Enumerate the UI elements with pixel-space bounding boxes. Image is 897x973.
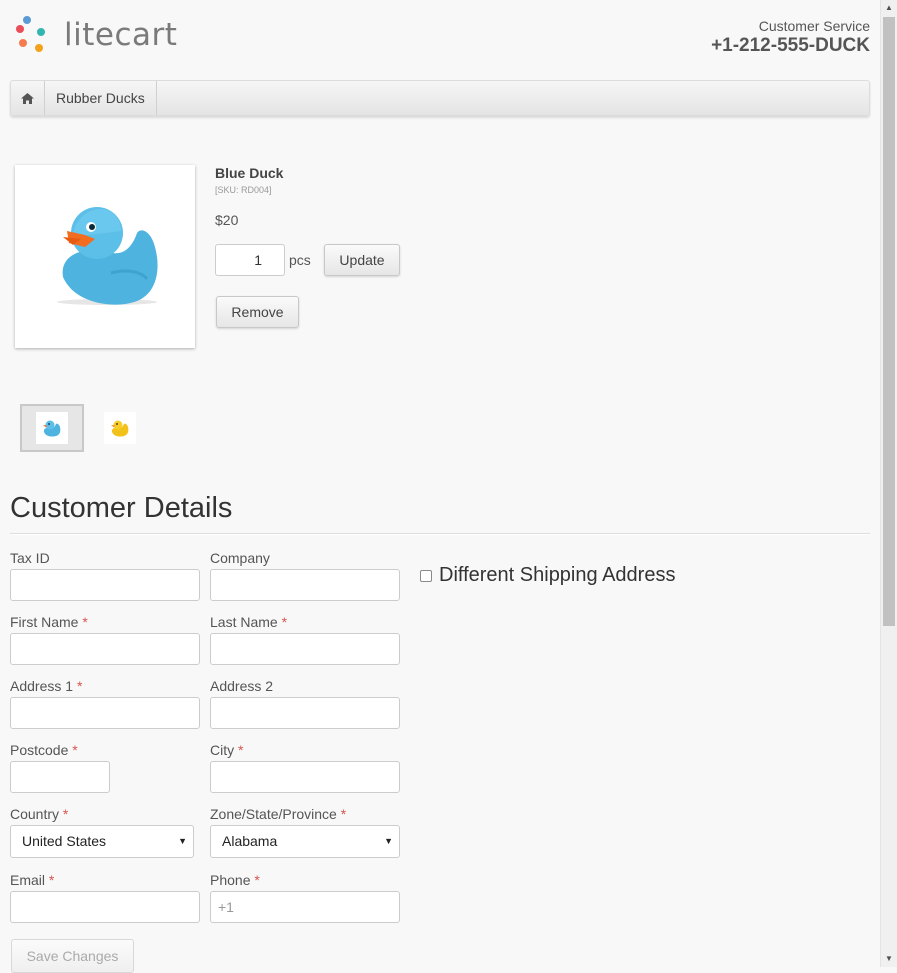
address1-label: Address 1 * bbox=[10, 678, 83, 694]
required-marker: * bbox=[76, 678, 83, 694]
home-icon bbox=[21, 92, 34, 104]
scroll-thumb[interactable] bbox=[883, 17, 895, 626]
item-sku: [SKU: RD004] bbox=[215, 185, 272, 195]
blue-duck-image bbox=[57, 207, 158, 305]
logo-text: litecart bbox=[64, 17, 178, 53]
address1-field[interactable] bbox=[10, 697, 200, 729]
address2-label: Address 2 bbox=[210, 678, 274, 694]
quantity-unit: pcs bbox=[289, 252, 311, 268]
scroll-down-arrow-icon[interactable]: ▼ bbox=[881, 951, 897, 967]
phone-label: Phone * bbox=[210, 872, 260, 888]
country-select-value: United States bbox=[22, 833, 107, 849]
company-field[interactable] bbox=[210, 569, 400, 601]
country-label: Country * bbox=[10, 806, 69, 822]
remove-button[interactable]: Remove bbox=[216, 296, 299, 328]
dropdown-arrow-icon: ▼ bbox=[178, 836, 187, 846]
customer-service: Customer Service +1-212-555-DUCK bbox=[711, 18, 870, 57]
required-marker: * bbox=[281, 614, 288, 630]
last-name-field[interactable] bbox=[210, 633, 400, 665]
city-field[interactable] bbox=[210, 761, 400, 793]
thumbnail-blue-duck[interactable] bbox=[20, 404, 84, 452]
yellow-duck-thumbnail-icon bbox=[111, 420, 129, 437]
tax-id-field[interactable] bbox=[10, 569, 200, 601]
required-marker: * bbox=[238, 742, 244, 758]
required-marker: * bbox=[254, 872, 260, 888]
section-divider bbox=[10, 533, 870, 535]
email-field[interactable] bbox=[10, 891, 200, 923]
customer-service-phone: +1-212-555-DUCK bbox=[711, 35, 870, 56]
zone-select-value: Alabama bbox=[222, 833, 278, 849]
zone-label: Zone/State/Province * bbox=[210, 806, 347, 822]
address2-field[interactable] bbox=[210, 697, 400, 729]
quantity-input[interactable]: 1 bbox=[215, 244, 285, 276]
required-marker: * bbox=[340, 806, 347, 822]
country-select[interactable]: United States ▼ bbox=[10, 825, 194, 858]
save-changes-button[interactable]: Save Changes bbox=[11, 939, 134, 973]
item-price: $20 bbox=[215, 212, 239, 228]
logo-dots-icon bbox=[14, 14, 56, 56]
customer-details-title: Customer Details bbox=[10, 492, 233, 524]
phone-field[interactable]: +1 bbox=[210, 891, 400, 923]
postcode-field[interactable] bbox=[10, 761, 110, 793]
logo[interactable]: litecart bbox=[14, 14, 177, 56]
scrollbar[interactable]: ▲ ▼ bbox=[880, 0, 897, 967]
thumbnail-yellow-duck[interactable] bbox=[88, 404, 152, 452]
last-name-label: Last Name * bbox=[210, 614, 288, 630]
first-name-field[interactable] bbox=[10, 633, 200, 665]
tax-id-label: Tax ID bbox=[10, 550, 50, 566]
first-name-label: First Name * bbox=[10, 614, 88, 630]
breadcrumb-item-rubber-ducks[interactable]: Rubber Ducks bbox=[45, 81, 157, 115]
item-name[interactable]: Blue Duck bbox=[215, 165, 283, 181]
email-label: Email * bbox=[10, 872, 55, 888]
different-shipping-checkbox[interactable] bbox=[420, 570, 432, 582]
required-marker: * bbox=[62, 806, 69, 822]
customer-service-label: Customer Service bbox=[758, 18, 870, 34]
blue-duck-thumbnail-icon bbox=[43, 420, 61, 437]
zone-select[interactable]: Alabama ▼ bbox=[210, 825, 400, 858]
dropdown-arrow-icon: ▼ bbox=[384, 836, 393, 846]
different-shipping-label[interactable]: Different Shipping Address bbox=[439, 564, 675, 587]
required-marker: * bbox=[72, 742, 78, 758]
breadcrumb: Rubber Ducks bbox=[10, 80, 870, 116]
required-marker: * bbox=[82, 614, 88, 630]
update-button[interactable]: Update bbox=[324, 244, 400, 276]
breadcrumb-home[interactable] bbox=[11, 81, 45, 115]
product-image[interactable] bbox=[15, 165, 195, 348]
city-label: City * bbox=[210, 742, 244, 758]
required-marker: * bbox=[48, 872, 55, 888]
scroll-up-arrow-icon[interactable]: ▲ bbox=[881, 0, 897, 16]
postcode-label: Postcode * bbox=[10, 742, 78, 758]
company-label: Company bbox=[210, 550, 270, 566]
